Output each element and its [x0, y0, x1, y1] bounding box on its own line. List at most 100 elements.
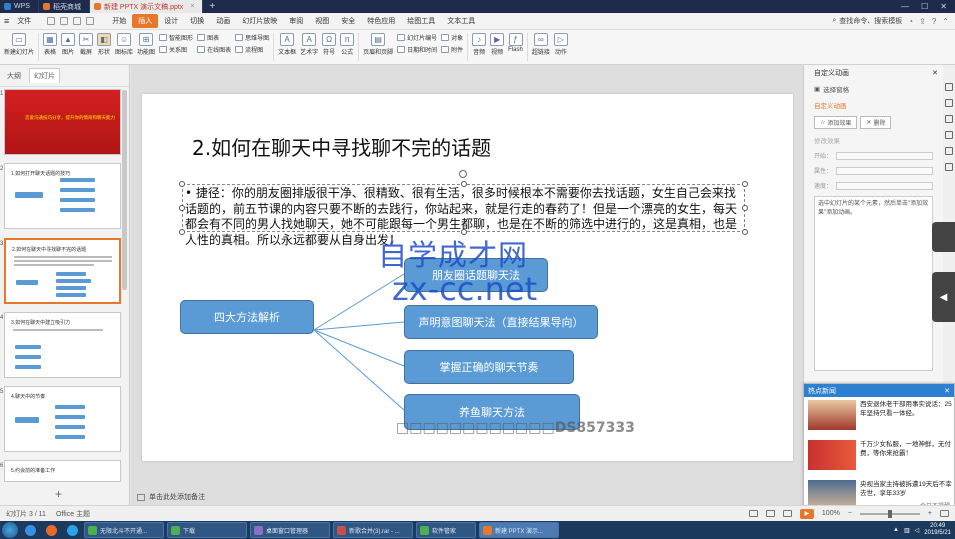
taskbar-task[interactable]: 新歌合并(3).rar - ...: [333, 522, 413, 538]
slide-number-button[interactable]: 幻灯片编号: [397, 33, 437, 42]
flowchart-button[interactable]: 流程图: [235, 45, 269, 54]
taskbar-task[interactable]: 新建 PPTX 演示...: [479, 522, 559, 538]
close-tab-icon[interactable]: ×: [190, 3, 194, 10]
online-chart-button[interactable]: 在线图表: [197, 45, 231, 54]
news-item[interactable]: 西安退休老干部用事实说话：25年坚持只看一体经。: [808, 400, 953, 434]
slide-thumbnail-1[interactable]: 恋爱沟通技巧分享，提升你的情商和聊天能力: [4, 89, 121, 155]
screenshot-button[interactable]: ✂ 截屏: [79, 33, 94, 56]
tab-slides[interactable]: 幻灯片: [29, 68, 60, 83]
menu-view[interactable]: 视图: [309, 14, 335, 28]
add-tab-button[interactable]: +: [203, 1, 221, 12]
video-button[interactable]: ▶ 视频: [490, 33, 505, 56]
share-icon[interactable]: ⇪: [919, 17, 926, 26]
property-select[interactable]: 属性：: [804, 163, 943, 178]
minimize-icon[interactable]: —: [901, 2, 909, 11]
menu-features[interactable]: 特色应用: [361, 14, 401, 28]
tab-document[interactable]: 新建 PPTX 演示文稿.pptx ×: [89, 0, 204, 13]
menu-animation[interactable]: 动画: [210, 14, 236, 28]
icon-library-button[interactable]: ☺ 图标库: [115, 33, 133, 56]
taskbar-task[interactable]: 下载: [167, 522, 247, 538]
selection-pane-link[interactable]: ▣ 选择窗格: [804, 81, 943, 97]
redo-icon[interactable]: [86, 17, 95, 25]
new-slide-button[interactable]: ▭ 新建幻灯片: [4, 33, 34, 56]
command-search[interactable]: ⌕ 查找命令、搜索模板: [832, 16, 908, 26]
tab-wps[interactable]: WPS: [0, 0, 39, 13]
date-time-button[interactable]: 日期和时间: [397, 45, 437, 54]
ie-icon[interactable]: [21, 522, 39, 538]
help-icon[interactable]: ?: [932, 17, 936, 26]
file-menu[interactable]: ≡ 文件: [4, 14, 37, 28]
animation-list[interactable]: 选中幻灯片的某个元素，然后单击"添加效果"添加动画。: [814, 196, 933, 371]
table-button[interactable]: ▦ 表格: [43, 33, 58, 56]
collapse-ribbon-icon[interactable]: ⌃: [942, 17, 949, 26]
menu-transition[interactable]: 切换: [184, 14, 210, 28]
speed-select[interactable]: 速度：: [804, 178, 943, 193]
close-window-icon[interactable]: ✕: [940, 2, 947, 11]
zoom-out-icon[interactable]: −: [848, 510, 852, 517]
header-footer-button[interactable]: ▤ 页眉和页脚: [363, 33, 393, 56]
add-slide-button[interactable]: +: [55, 487, 62, 501]
news-item[interactable]: 千万少女私服，一地神鲜，无付费，等你来抢霸！: [808, 440, 953, 474]
design-sidebar-icon[interactable]: [945, 115, 953, 123]
menu-insert[interactable]: 插入: [132, 14, 159, 28]
attachment-button[interactable]: 附件: [441, 45, 463, 54]
tab-store[interactable]: 稻壳商城: [39, 0, 90, 13]
save-icon[interactable]: [47, 17, 56, 25]
play-slideshow-button[interactable]: ▶: [799, 508, 814, 519]
expand-panel-button[interactable]: ◀: [932, 272, 955, 322]
taskbar-task[interactable]: 软件管家: [416, 522, 476, 538]
tab-outline[interactable]: 大纲: [3, 69, 25, 83]
picture-button[interactable]: ▲ 图片: [61, 33, 76, 56]
user-icon[interactable]: ◔: [908, 17, 913, 26]
slide-thumbnail-5[interactable]: 4.聊天中的节奏: [4, 386, 121, 452]
add-effect-button[interactable]: ☆ 添加效果: [814, 116, 858, 129]
reading-view-icon[interactable]: [782, 510, 792, 517]
taskbar-task[interactable]: 桌面窗口管理器: [250, 522, 330, 538]
shape-button[interactable]: ◧ 形状: [97, 33, 112, 56]
properties-sidebar-icon[interactable]: [945, 131, 953, 139]
zoom-in-icon[interactable]: +: [928, 510, 932, 517]
chart-button[interactable]: 图表: [197, 33, 231, 42]
diagram-root-box[interactable]: 四大方法解析: [180, 300, 314, 334]
diagram-branch-2[interactable]: 声明意图聊天法（直接结果导向）: [404, 305, 598, 339]
slide-thumbnail-6[interactable]: 5.约会前的准备工作: [4, 460, 121, 482]
undo-icon[interactable]: [73, 17, 82, 25]
settings-sidebar-icon[interactable]: [945, 163, 953, 171]
object-button[interactable]: 对象: [441, 33, 463, 42]
start-dropdown[interactable]: [836, 151, 933, 160]
clock[interactable]: 20:49 2019/5/21: [924, 523, 951, 537]
wordart-button[interactable]: A 艺术字: [300, 33, 318, 56]
slide-thumbnail-2[interactable]: 1.如何打开聊天话题的技巧: [4, 163, 121, 229]
relation-button[interactable]: 关系图: [159, 45, 193, 54]
mindmap-button[interactable]: 思维导图: [235, 33, 269, 42]
animation-sidebar-icon[interactable]: [945, 83, 953, 91]
close-news-icon[interactable]: ✕: [944, 387, 950, 395]
textbox-button[interactable]: A 文本框: [278, 33, 296, 56]
menu-drawing-tools[interactable]: 绘图工具: [401, 14, 441, 28]
speed-dropdown[interactable]: [836, 181, 933, 190]
action-button[interactable]: ▷ 动作: [553, 33, 568, 56]
menu-design[interactable]: 设计: [158, 14, 184, 28]
zoom-slider[interactable]: [859, 509, 920, 518]
symbol-button[interactable]: Ω 符号: [322, 33, 337, 56]
fit-window-icon[interactable]: [940, 510, 949, 517]
sorter-view-icon[interactable]: [765, 510, 775, 517]
delete-effect-button[interactable]: ✕ 删除: [860, 116, 892, 129]
flash-button[interactable]: ƒ Flash: [508, 33, 523, 53]
backup-sidebar-icon[interactable]: [945, 147, 953, 155]
tray-icon[interactable]: ▲: [893, 527, 899, 533]
volume-icon[interactable]: ◁: [915, 527, 920, 534]
menu-review[interactable]: 审阅: [283, 14, 309, 28]
menu-slideshow[interactable]: 幻灯片放映: [236, 14, 283, 28]
print-icon[interactable]: [60, 17, 69, 25]
formula-button[interactable]: π 公式: [340, 33, 355, 56]
smartart-button[interactable]: 智能图形: [159, 33, 193, 42]
taskbar-task[interactable]: 无限北斗不开通...: [84, 522, 164, 538]
slide-thumbnail-4[interactable]: 3.如何在聊天中建立吸引力: [4, 312, 121, 378]
audio-button[interactable]: ♪ 音频: [472, 33, 487, 56]
current-slide[interactable]: 2.如何在聊天中寻找聊不完的话题 • 捷径：你的朋友圈排版很干净、很精致、很有生…: [142, 94, 793, 461]
pointer-sidebar-icon[interactable]: [945, 99, 953, 107]
network-icon[interactable]: ▥: [904, 527, 910, 534]
start-select[interactable]: 开始：: [804, 148, 943, 163]
firefox-icon[interactable]: [42, 522, 60, 538]
